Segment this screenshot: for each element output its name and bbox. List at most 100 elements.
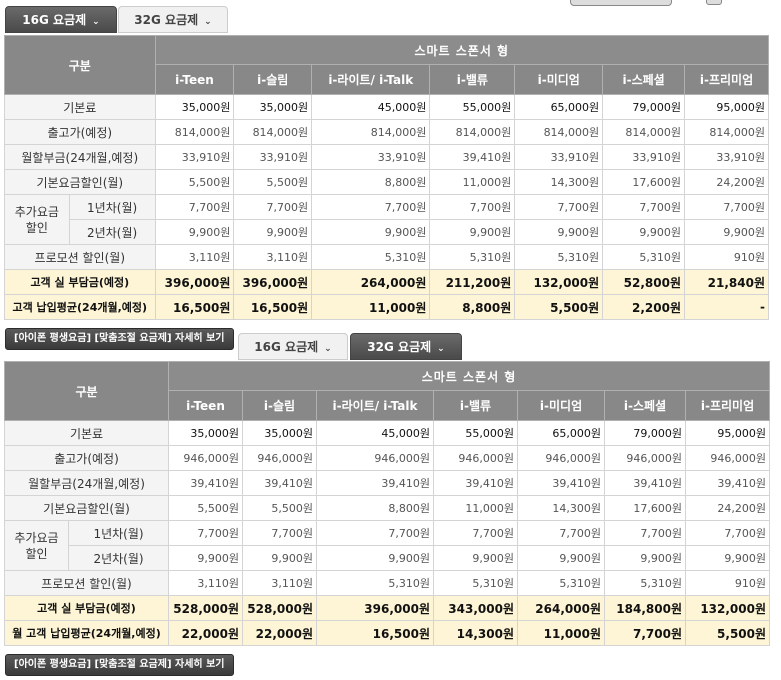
table-row: 2년차(월) 9,900원 9,900원 9,900원 9,900원 9,900… — [5, 545, 771, 571]
cell: 79,000원 — [602, 94, 686, 120]
cell: 946,000원 — [604, 445, 686, 471]
cell: 45,000원 — [316, 420, 434, 446]
tab-16g-plan[interactable]: 16G 요금제 ⌄ — [5, 6, 117, 33]
row-label: 프로모션 할인(월) — [4, 570, 169, 596]
cropped-device-graphic — [570, 0, 672, 6]
cell: 9,900원 — [514, 219, 604, 245]
cell: 39,410원 — [433, 470, 518, 496]
cell: 264,000원 — [311, 269, 431, 295]
cell: 9,900원 — [311, 219, 431, 245]
cell: 21,840원 — [684, 269, 769, 295]
cell: 5,310원 — [316, 570, 434, 596]
cell: 7,700원 — [684, 520, 771, 546]
detail-view-button[interactable]: [아이폰 평생요금] [맞춤조절 요금제] 자세히 보기 — [5, 654, 234, 676]
cell: 7,700원 — [233, 194, 313, 220]
cell: 65,000원 — [514, 94, 604, 120]
cell: 396,000원 — [233, 269, 313, 295]
tab-32g-plan[interactable]: 32G 요금제 ⌄ — [118, 6, 228, 33]
cell: 814,000원 — [514, 119, 604, 145]
plan-table-32g: 구분 스마트 스폰서 형 i-Teen i-슬림 i-라이트/ i-Talk i… — [4, 361, 771, 646]
cell: 11,000원 — [311, 294, 431, 320]
cell: 33,910원 — [602, 144, 686, 170]
cell: 814,000원 — [684, 119, 769, 145]
tab-32g-plan[interactable]: 32G 요금제 ⌄ — [350, 333, 462, 360]
row-label: 월할부금(24개월,예정) — [4, 144, 156, 170]
cell: 79,000원 — [604, 420, 686, 446]
cell: 814,000원 — [311, 119, 431, 145]
cell: 910원 — [684, 570, 771, 596]
cell: 7,700원 — [604, 620, 686, 646]
row-sublabel: 1년차(월) — [68, 194, 156, 220]
col-header: i-라이트/ i-Talk — [311, 64, 431, 95]
cell: 8,800원 — [311, 169, 431, 195]
cell: 17,600원 — [602, 169, 686, 195]
cell: 39,410원 — [429, 144, 516, 170]
table-row-total: 고객 실 부담금(예정) 396,000원 396,000원 264,000원 … — [4, 269, 769, 295]
cell: 910원 — [684, 244, 769, 270]
row-label: 고객 실 부담금(예정) — [4, 269, 156, 295]
cell: 396,000원 — [154, 269, 235, 295]
cell: 11,000원 — [517, 620, 605, 646]
chevron-down-icon: ⌄ — [324, 344, 332, 354]
row-label: 기본료 — [4, 94, 156, 120]
row-label: 프로모션 할인(월) — [4, 244, 156, 270]
tab-16g-plan[interactable]: 16G 요금제 ⌄ — [238, 333, 348, 360]
cell: 39,410원 — [316, 470, 434, 496]
cell: 814,000원 — [602, 119, 686, 145]
cell: 35,000원 — [242, 420, 317, 446]
table-row: 기본요금할인(월) 5,500원 5,500원 8,800원 11,000원 1… — [4, 495, 771, 521]
detail-view-button[interactable]: [아이폰 평생요금] [맞춤조절 요금제] 자세히 보기 — [5, 328, 234, 350]
cell: 5,310원 — [429, 244, 516, 270]
cell: 35,000원 — [168, 420, 243, 446]
row-label: 월 고객 납입평균(24개월,예정) — [4, 620, 169, 646]
cell: 39,410원 — [242, 470, 317, 496]
cell: 5,310원 — [602, 244, 686, 270]
cell: 2,200원 — [602, 294, 686, 320]
cell: 7,700원 — [242, 520, 317, 546]
cell: 45,000원 — [311, 94, 431, 120]
row-label-extra-discount: 추가요금 할인 — [4, 520, 69, 571]
cell: 24,200원 — [684, 495, 771, 521]
cell: 39,410원 — [604, 470, 686, 496]
cell: 528,000원 — [242, 595, 317, 621]
table-row: 기본료 35,000원 35,000원 45,000원 55,000원 65,0… — [4, 420, 771, 446]
header-gubun: 구분 — [4, 361, 169, 421]
cell: 5,310원 — [311, 244, 431, 270]
cell: 5,500원 — [154, 169, 235, 195]
table-row: 기본료 35,000원 35,000원 45,000원 55,000원 65,0… — [4, 94, 769, 120]
cell: 14,300원 — [517, 495, 605, 521]
cell: 9,900원 — [517, 545, 605, 571]
cell: 396,000원 — [316, 595, 434, 621]
cell: 33,910원 — [684, 144, 769, 170]
cell: 528,000원 — [168, 595, 243, 621]
row-label: 기본료 — [4, 420, 169, 446]
cell: 8,800원 — [429, 294, 516, 320]
cell: 33,910원 — [233, 144, 313, 170]
cell: 7,700원 — [433, 520, 518, 546]
cell: 184,800원 — [604, 595, 686, 621]
plan-tabs-top: 16G 요금제 ⌄ 32G 요금제 ⌄ — [5, 6, 235, 33]
cell: 22,000원 — [168, 620, 243, 646]
cell: 9,900원 — [233, 219, 313, 245]
cell: 3,110원 — [168, 570, 243, 596]
cell: 33,910원 — [514, 144, 604, 170]
tab-label: 32G 요금제 — [134, 13, 199, 27]
cell: 946,000원 — [684, 445, 771, 471]
cell: 946,000원 — [168, 445, 243, 471]
cell: 14,300원 — [433, 620, 518, 646]
table-row: 프로모션 할인(월) 3,110원 3,110원 5,310원 5,310원 5… — [4, 570, 771, 596]
cell: 9,900원 — [433, 545, 518, 571]
cell: 16,500원 — [233, 294, 313, 320]
table-row: 월할부금(24개월,예정) 33,910원 33,910원 33,910원 39… — [4, 144, 769, 170]
col-header: i-슬림 — [242, 390, 317, 421]
col-header: i-스페셜 — [602, 64, 686, 95]
cell: 814,000원 — [233, 119, 313, 145]
col-header: i-Teen — [168, 390, 243, 421]
cell: 17,600원 — [604, 495, 686, 521]
cell: 814,000원 — [154, 119, 235, 145]
row-label: 기본요금할인(월) — [4, 495, 169, 521]
row-sublabel: 2년차(월) — [68, 219, 156, 245]
col-header: i-슬림 — [233, 64, 313, 95]
cell: 132,000원 — [684, 595, 771, 621]
cell: 52,800원 — [602, 269, 686, 295]
